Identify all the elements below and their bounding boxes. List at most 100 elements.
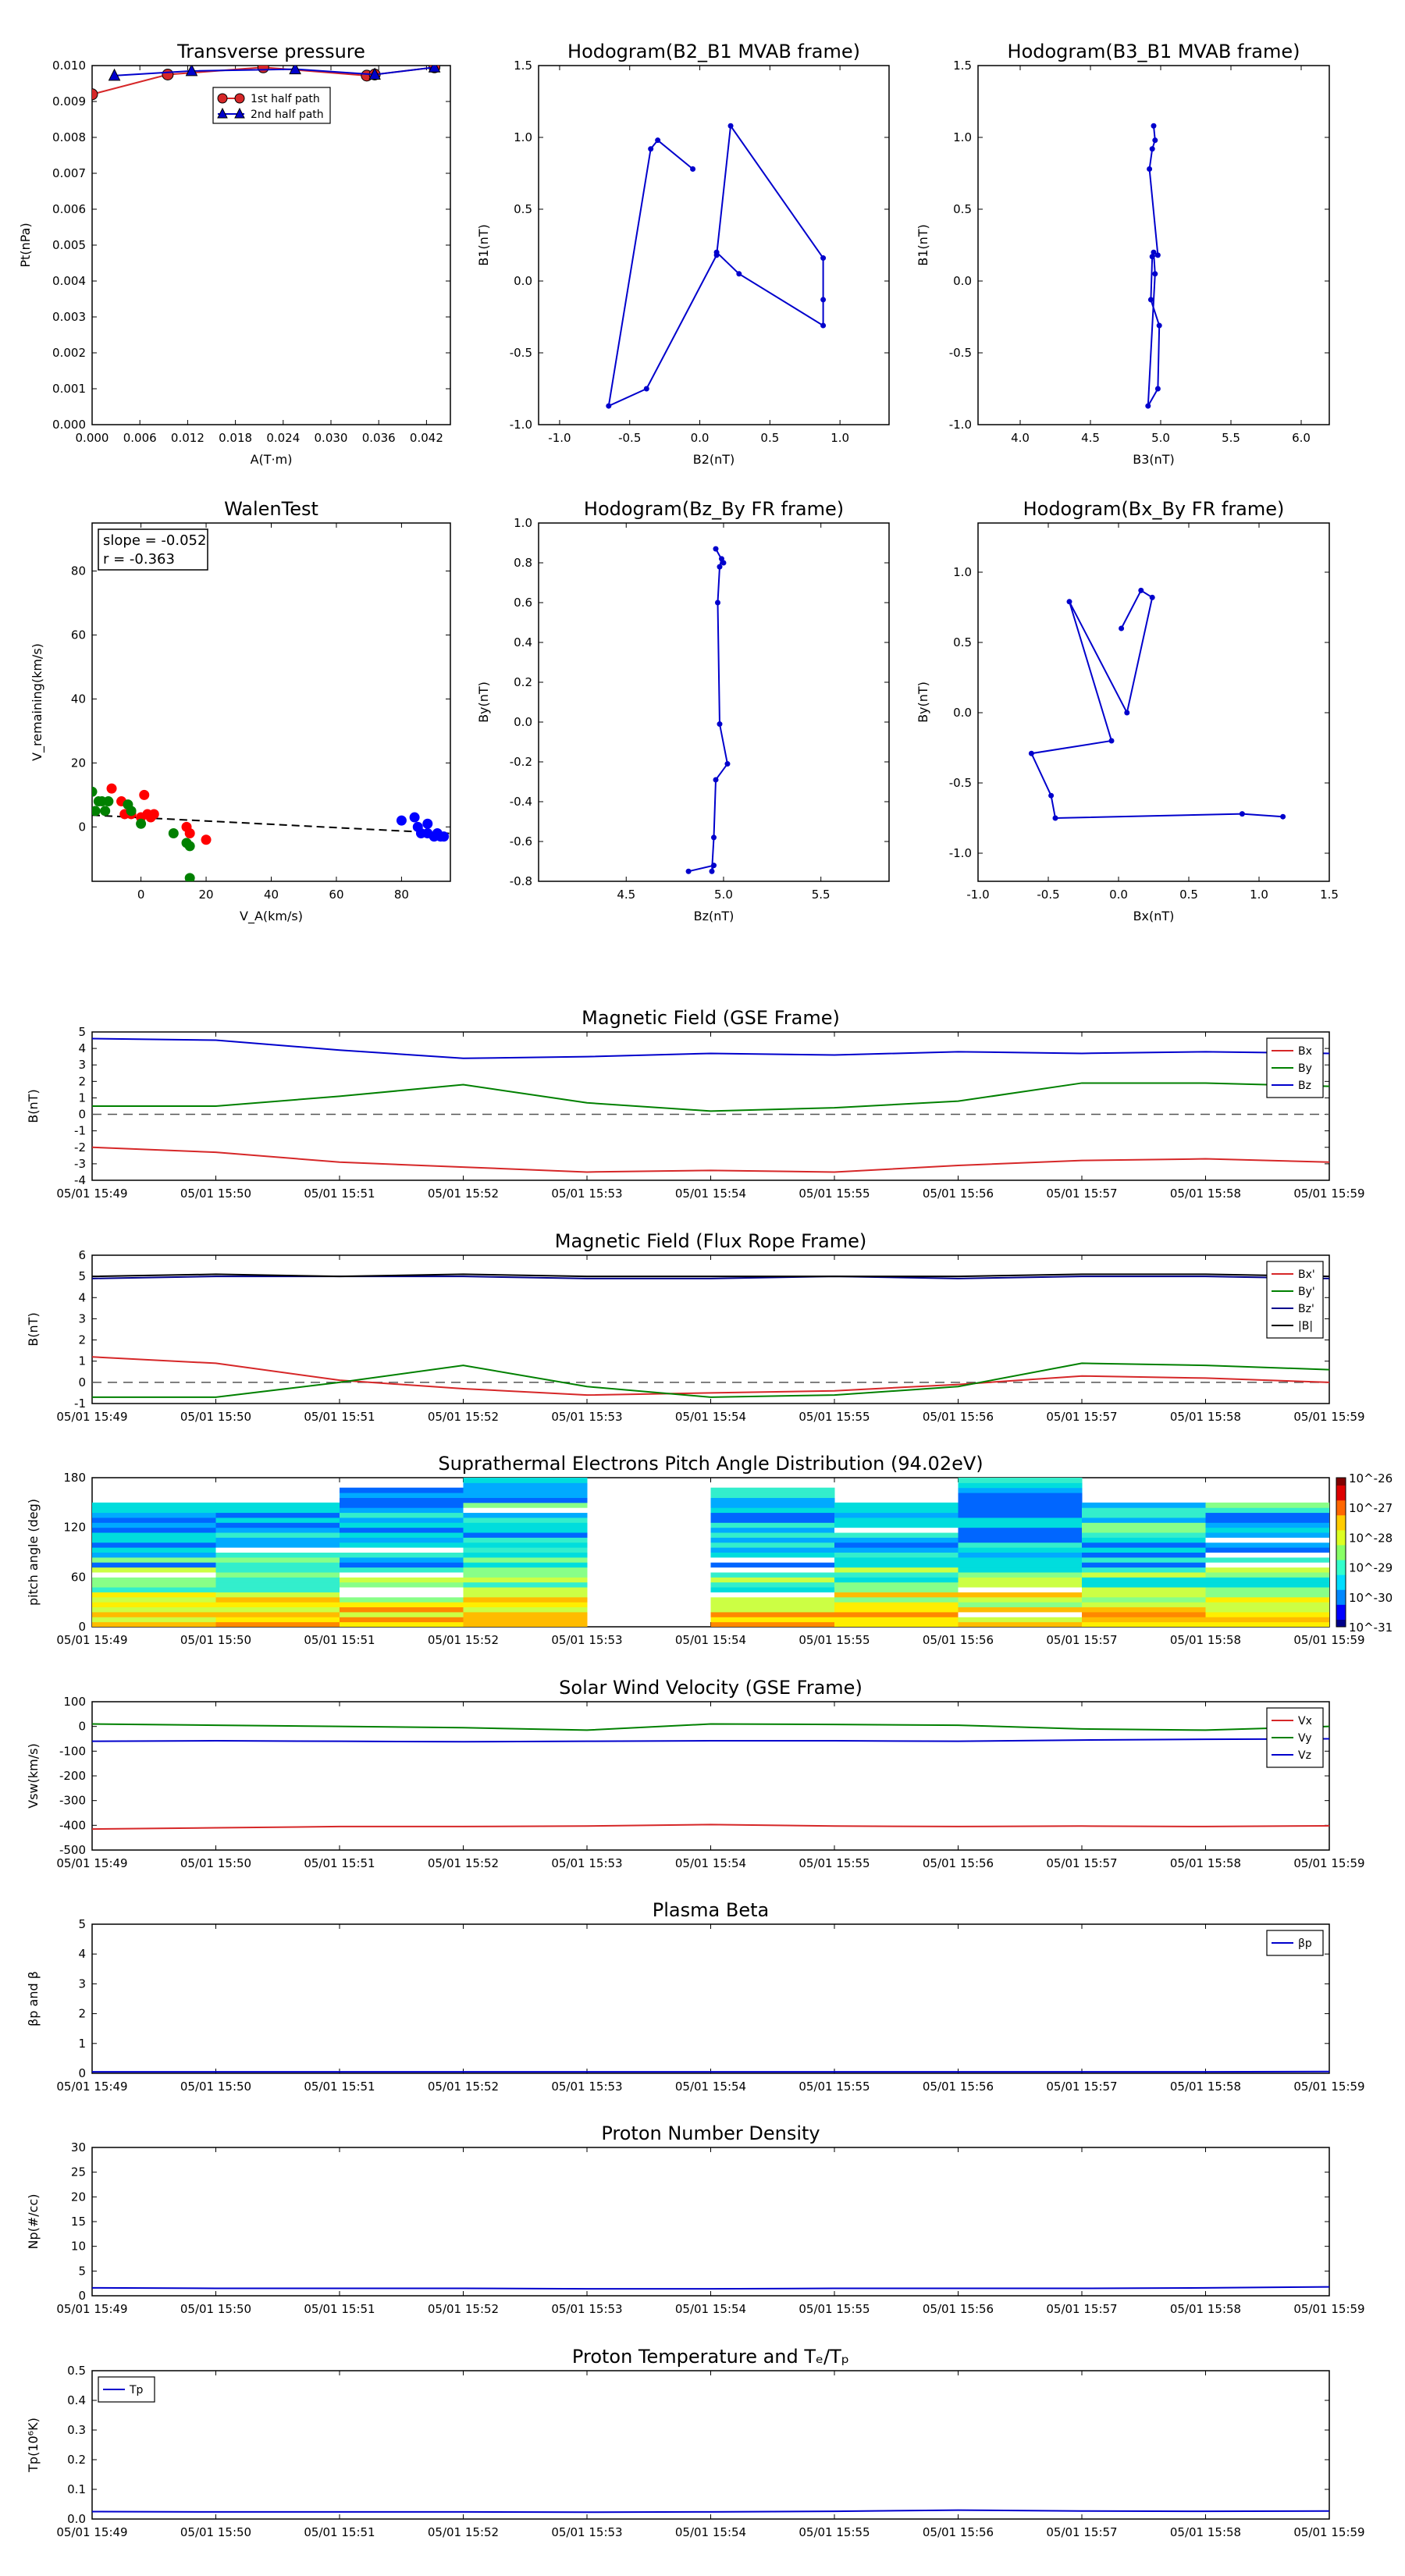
hodo4-point — [1066, 599, 1072, 605]
np-time-label: 05/01 15:49 — [56, 2302, 127, 2316]
beta-panel: Plasma Beta 0 1 2 3 4 5 βp and β 05/01 15:49 05/0… — [26, 1899, 1365, 2094]
hodo2-ylabel: B1(nT) — [916, 224, 930, 266]
pad-cell — [463, 1497, 588, 1503]
np-ytick-label: 20 — [71, 2190, 86, 2204]
pt-legend-label: 2nd half path — [251, 109, 324, 121]
pad-cell — [340, 1493, 464, 1498]
pad-cell — [463, 1592, 588, 1598]
pad-colorbar-step — [1336, 1532, 1346, 1535]
pad-cell — [463, 1542, 588, 1548]
pt-ylabel: Pt(nPa) — [18, 222, 33, 267]
walen-point — [409, 812, 420, 823]
np-title: Proton Number Density — [601, 2122, 820, 2144]
beta-time-label: 05/01 15:51 — [304, 2080, 375, 2094]
hodo2-point — [1151, 123, 1157, 129]
pad-cell — [340, 1606, 464, 1613]
pad-cell — [215, 1611, 340, 1617]
pad-cell — [215, 1547, 340, 1553]
pad-cell — [340, 1522, 464, 1528]
pad-ytick-label: 120 — [63, 1521, 86, 1535]
pad-cell — [340, 1567, 464, 1573]
pad-cell — [710, 1512, 835, 1518]
pad-cell — [710, 1537, 835, 1543]
vsw-ytick-label: -200 — [59, 1769, 86, 1783]
pad-cell — [710, 1493, 835, 1498]
beta-time-label: 05/01 15:50 — [180, 2080, 251, 2094]
pad-cell — [92, 1582, 216, 1588]
pad-colorbar-step — [1336, 1512, 1346, 1516]
pad-cell — [1082, 1527, 1206, 1533]
pad-cell — [834, 1537, 959, 1543]
pad-colorbar-step — [1336, 1497, 1346, 1501]
pad-cell — [958, 1547, 1083, 1553]
hodo4-point — [1138, 587, 1144, 593]
vsw-time-label: 05/01 15:55 — [799, 1856, 870, 1870]
pt-legend: 1st half path 2nd half path — [212, 87, 331, 124]
hodo1-point — [727, 123, 734, 129]
pad-cell — [834, 1582, 959, 1588]
hodo4-panel: Hodogram(Bx_By FR frame) -1.0 -0.5 0.0 0.5 1.… — [916, 498, 1339, 923]
pad-cell — [958, 1602, 1083, 1608]
pad-cell — [1082, 1592, 1206, 1598]
pad-cell — [215, 1617, 340, 1623]
pad-cell — [1082, 1502, 1206, 1508]
pad-cell — [834, 1592, 959, 1598]
pad-cell — [1205, 1507, 1329, 1514]
hodo1-xtick-label: -0.5 — [618, 431, 641, 445]
hodo1-xtick-label: 1.0 — [831, 431, 849, 445]
pad-colorbar-step — [1336, 1480, 1346, 1483]
hodo3-point — [711, 834, 717, 841]
pad-cell — [215, 1621, 340, 1627]
pad-colorbar-step — [1336, 1571, 1346, 1575]
hodo4-ytick-label: 0.5 — [953, 635, 972, 649]
pad-cell — [463, 1582, 588, 1588]
pad-cell — [215, 1602, 340, 1608]
hodo2-panel: Hodogram(B3_B1 MVAB frame) -1.0 -0.5 0.0 0.5… — [916, 41, 1330, 467]
walen-ylabel: V_remaining(km/s) — [30, 643, 45, 761]
hodo4-point — [1149, 594, 1155, 600]
pt-legend-marker — [234, 93, 245, 104]
pad-cell — [92, 1602, 216, 1608]
tp-ytick-label: 0.0 — [67, 2512, 86, 2526]
vsw-ytick-label: -500 — [59, 1843, 86, 1857]
bgse-axes-frame — [91, 1031, 1330, 1181]
vsw-time-label: 05/01 15:54 — [675, 1856, 746, 1870]
hodo2-xtick-label: 5.5 — [1222, 431, 1240, 445]
pt-xtick-label: 0.012 — [171, 431, 205, 445]
pad-cell — [463, 1482, 588, 1489]
hodo3-ytick-label: 0.4 — [514, 635, 532, 649]
pad-colorbar-step — [1336, 1517, 1346, 1521]
hodo4-xtick-label: -0.5 — [1037, 888, 1059, 902]
pad-time-label: 05/01 15:49 — [56, 1633, 127, 1647]
pad-cell — [1082, 1517, 1206, 1523]
pad-cell — [340, 1621, 464, 1627]
pad-colorbar-step — [1336, 1619, 1346, 1623]
pad-cell — [463, 1617, 588, 1623]
hodo1-ytick-label: -1.0 — [510, 418, 532, 432]
hodo2-ytick-label: 0.5 — [953, 202, 972, 216]
np-panel: Proton Number Density 0 5 10 15 20 25 30 Np(#/cc… — [26, 2122, 1365, 2316]
pad-cell — [834, 1532, 959, 1538]
bgse-ytick-label: -4 — [74, 1173, 86, 1187]
pad-cell — [958, 1577, 1083, 1583]
pad-cell — [340, 1532, 464, 1538]
bfr-title: Magnetic Field (Flux Rope Frame) — [555, 1230, 866, 1252]
pad-colorbar-step — [1336, 1557, 1346, 1560]
bfr-time-label: 05/01 15:56 — [923, 1410, 994, 1424]
beta-title: Plasma Beta — [653, 1899, 769, 1921]
hodo2-point — [1152, 137, 1158, 144]
hodo3-ytick-label: -0.4 — [510, 795, 532, 809]
pad-colorbar-step — [1336, 1579, 1346, 1583]
hodo4-point — [1119, 625, 1125, 632]
pad-cell — [834, 1562, 959, 1568]
hodo4-point — [1108, 738, 1115, 744]
hodo2-point — [1147, 297, 1154, 303]
pad-colorbar-step — [1336, 1569, 1346, 1573]
pad-cell — [1205, 1592, 1329, 1598]
pt-xtick-label: 0.024 — [266, 431, 300, 445]
pad-cell — [463, 1621, 588, 1627]
pad-cell — [215, 1577, 340, 1583]
pad-time-label: 05/01 15:54 — [675, 1633, 746, 1647]
walen-point — [103, 796, 114, 807]
pad-colorbar-step — [1336, 1495, 1346, 1498]
